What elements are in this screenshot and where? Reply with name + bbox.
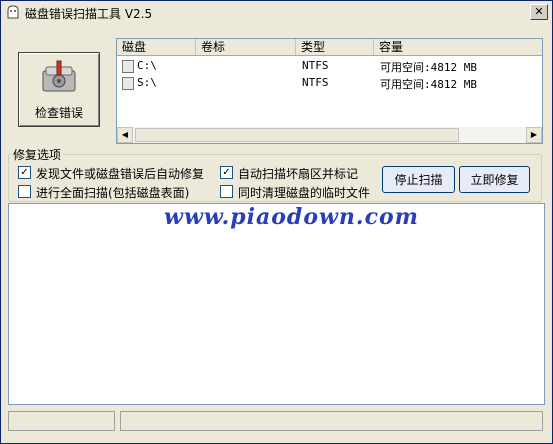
scroll-thumb[interactable] — [135, 128, 459, 142]
checkbox-mark — [220, 185, 233, 198]
hard-disk-icon — [42, 60, 76, 92]
col-type[interactable]: 类型 — [296, 39, 374, 55]
auto-fix-label: 发现文件或磁盘错误后自动修复 — [36, 167, 205, 181]
checkbox-mark: ✓ — [220, 166, 233, 179]
bad-sectors-label: 自动扫描坏扇区并标记 — [238, 167, 359, 181]
drive-row[interactable]: C:\ NTFS 可用空间:4812 MB — [117, 57, 542, 74]
drive-icon — [122, 60, 134, 73]
checkbox-mark: ✓ — [18, 166, 31, 179]
full-scan-label: 进行全面扫描(包括磁盘表面) — [36, 186, 190, 200]
fix-now-button[interactable]: 立即修复 — [459, 166, 530, 193]
window-title: 磁盘错误扫描工具 V2.5 — [25, 7, 153, 21]
stop-scan-button[interactable]: 停止扫描 — [382, 166, 455, 193]
drive-capacity: 可用空间:4812 MB — [380, 78, 477, 91]
status-panel-right — [120, 411, 543, 431]
scroll-left-icon[interactable]: ◀ — [117, 127, 133, 143]
drive-type: NTFS — [302, 59, 329, 72]
check-errors-button[interactable]: 检查错误 — [18, 52, 100, 127]
horizontal-scrollbar[interactable]: ◀ ▶ — [117, 127, 542, 143]
drive-list-header: 磁盘 卷标 类型 容量 — [117, 39, 542, 56]
title-bar: 磁盘错误扫描工具 V2.5 ✕ — [1, 1, 552, 23]
check-errors-label: 检查错误 — [34, 106, 83, 120]
drive-letter: S:\ — [137, 76, 157, 89]
app-icon — [7, 5, 19, 19]
scan-log[interactable] — [8, 203, 545, 405]
drive-type: NTFS — [302, 76, 329, 89]
status-panel-left — [8, 411, 115, 431]
col-capacity[interactable]: 容量 — [374, 39, 542, 55]
drive-list[interactable]: 磁盘 卷标 类型 容量 C:\ NTFS 可用空间:4812 MB S:\ NT… — [116, 38, 543, 144]
checkbox-mark — [18, 185, 31, 198]
repair-options-title: 修复选项 — [11, 146, 64, 163]
drive-row[interactable]: S:\ NTFS 可用空间:4812 MB — [117, 74, 542, 91]
close-button[interactable]: ✕ — [530, 4, 548, 20]
scroll-right-icon[interactable]: ▶ — [526, 127, 542, 143]
drive-letter: C:\ — [137, 59, 157, 72]
clean-temp-label: 同时清理磁盘的临时文件 — [238, 186, 371, 200]
col-drive[interactable]: 磁盘 — [117, 39, 196, 55]
drive-icon — [122, 77, 134, 90]
col-volume-label[interactable]: 卷标 — [196, 39, 296, 55]
watermark: www.piaodown.com — [164, 204, 419, 230]
drive-capacity: 可用空间:4812 MB — [380, 61, 477, 74]
